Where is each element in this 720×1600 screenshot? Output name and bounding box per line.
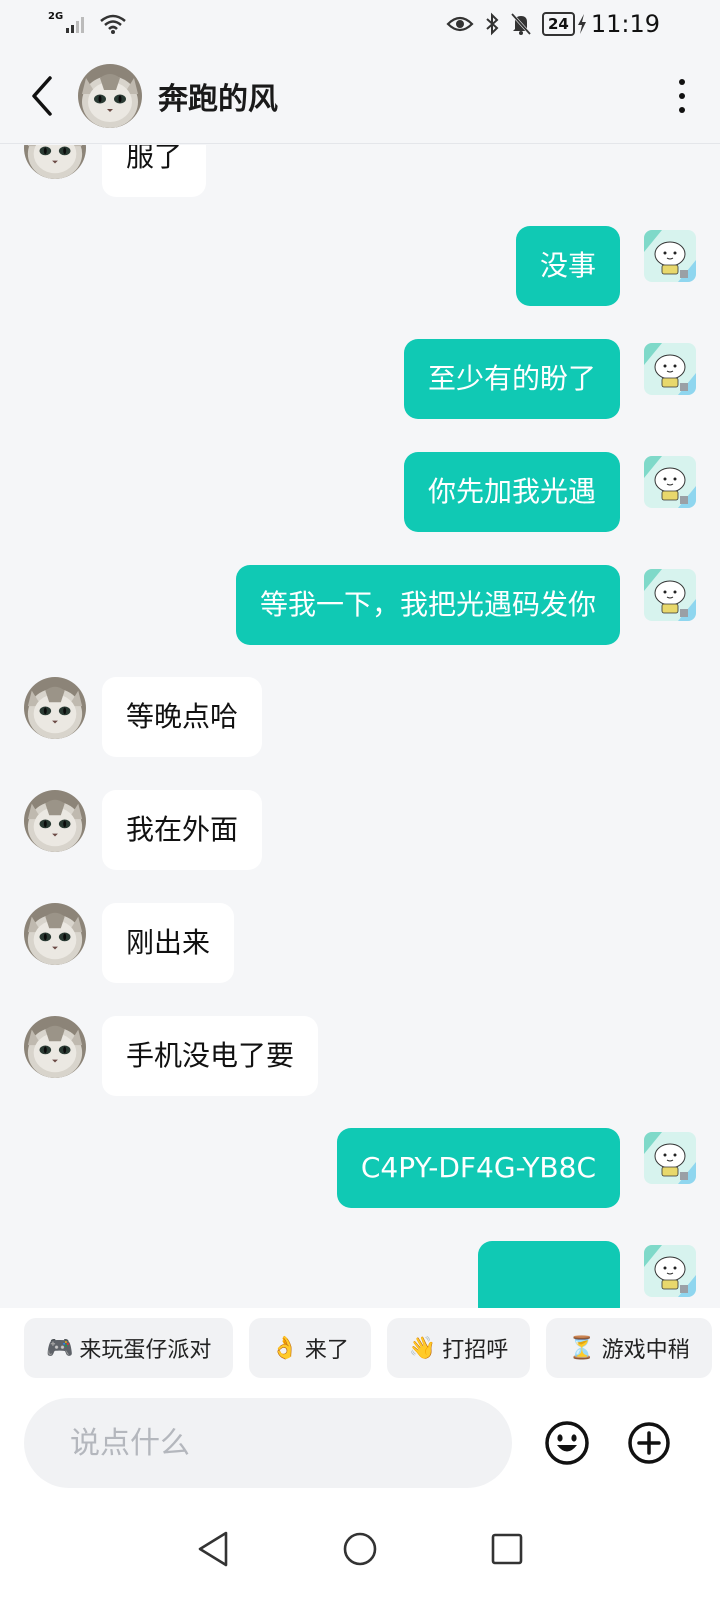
- chat-header: 奔跑的风: [0, 48, 720, 144]
- message-bubble[interactable]: 没事: [515, 226, 620, 306]
- self-avatar[interactable]: [644, 1245, 696, 1297]
- plus-icon[interactable]: [626, 1420, 672, 1466]
- quick-reply-chip[interactable]: 👋 打招呼: [386, 1318, 531, 1378]
- quick-reply-chip[interactable]: 👌 来了: [249, 1318, 371, 1378]
- system-nav-bar: [0, 1498, 720, 1600]
- ok-hand-icon: 👌: [271, 1335, 299, 1361]
- bluetooth-icon: [486, 12, 499, 36]
- message-incoming: 手机没电了要: [24, 1016, 319, 1096]
- contact-avatar[interactable]: [24, 677, 86, 739]
- message-outgoing: 等我一下，我把光遇码发你: [235, 565, 696, 645]
- contact-avatar[interactable]: [78, 64, 142, 128]
- message-outgoing: 没事: [515, 226, 696, 306]
- message-bubble[interactable]: 我在外面: [102, 790, 263, 870]
- message-outgoing: C4PY-DF4G-YB8C: [336, 1128, 696, 1208]
- nav-back-icon[interactable]: [196, 1530, 230, 1568]
- composer: [0, 1388, 720, 1498]
- status-bar: 2G 24 11:19: [0, 0, 720, 48]
- network-type: 2G: [48, 10, 64, 22]
- message-bubble[interactable]: 刚出来: [102, 903, 235, 983]
- battery-level: 24: [541, 12, 575, 36]
- message-outgoing: [478, 1241, 696, 1309]
- status-left: 2G: [48, 10, 127, 35]
- nav-home-icon[interactable]: [342, 1531, 378, 1567]
- message-input[interactable]: [24, 1398, 512, 1488]
- clock: 11:19: [590, 10, 660, 38]
- message-incoming: 我在外面: [24, 790, 263, 870]
- quick-reply-chip[interactable]: ⏳ 游戏中稍: [546, 1318, 712, 1378]
- message-incoming: 服了: [24, 145, 207, 197]
- message-bubble[interactable]: 至少有的盼了: [403, 339, 620, 419]
- self-avatar[interactable]: [644, 343, 696, 395]
- emoji-icon[interactable]: [544, 1420, 590, 1466]
- back-arrow-icon[interactable]: [28, 72, 68, 120]
- message-bubble[interactable]: 你先加我光遇: [403, 452, 620, 532]
- quick-reply-label: 游戏中稍: [601, 1338, 690, 1363]
- quick-reply-chip[interactable]: 🎮 来玩蛋仔派对: [24, 1318, 234, 1378]
- quick-reply-label: 来玩蛋仔派对: [79, 1338, 212, 1363]
- message-bubble[interactable]: 服了: [102, 145, 207, 197]
- eye-icon: [446, 16, 474, 32]
- contact-avatar[interactable]: [24, 903, 86, 965]
- mute-bell-icon: [510, 12, 532, 36]
- signal-icon: [66, 17, 85, 33]
- contact-name[interactable]: 奔跑的风: [158, 74, 278, 118]
- quick-reply-bar: 🎮 来玩蛋仔派对 👌 来了 👋 打招呼 ⏳ 游戏中稍: [0, 1308, 720, 1388]
- status-right: 24 11:19: [446, 10, 660, 38]
- message-bubble[interactable]: 手机没电了要: [102, 1016, 319, 1096]
- message-bubble[interactable]: 等晚点哈: [102, 677, 263, 757]
- message-outgoing: 你先加我光遇: [403, 452, 696, 532]
- gamepad-icon: 🎮: [46, 1335, 74, 1361]
- quick-reply-label: 来了: [304, 1338, 349, 1363]
- contact-avatar[interactable]: [24, 790, 86, 852]
- message-outgoing: 至少有的盼了: [403, 339, 696, 419]
- self-avatar[interactable]: [644, 230, 696, 282]
- message-bubble[interactable]: C4PY-DF4G-YB8C: [336, 1128, 620, 1208]
- message-bubble[interactable]: 等我一下，我把光遇码发你: [235, 565, 620, 645]
- self-avatar[interactable]: [644, 1132, 696, 1184]
- message-incoming: 刚出来: [24, 903, 235, 983]
- self-avatar[interactable]: [644, 569, 696, 621]
- charging-icon: [577, 14, 586, 34]
- contact-avatar[interactable]: [24, 145, 86, 179]
- wifi-icon: [100, 14, 126, 34]
- more-options-icon[interactable]: [672, 78, 692, 113]
- self-avatar[interactable]: [644, 456, 696, 508]
- contact-avatar[interactable]: [24, 1016, 86, 1078]
- quick-reply-label: 打招呼: [442, 1338, 509, 1363]
- waving-hand-icon: 👋: [408, 1335, 437, 1361]
- hourglass-icon: ⏳: [568, 1335, 596, 1361]
- message-incoming: 等晚点哈: [24, 677, 263, 757]
- nav-recents-icon[interactable]: [490, 1532, 524, 1566]
- message-list[interactable]: 服了 没事 至少有的盼了 你先加我光遇 等我一下，我把光遇码发你 等晚点哈 我在…: [0, 145, 720, 1309]
- message-bubble[interactable]: [478, 1241, 620, 1309]
